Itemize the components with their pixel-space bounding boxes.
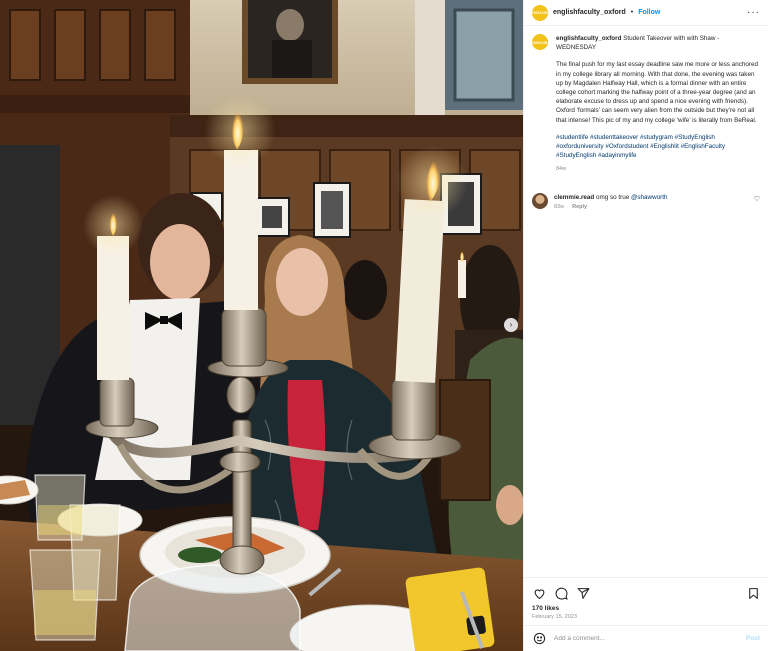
- caption-hashtags[interactable]: #studentlife #studenttakeover #studygram…: [556, 133, 760, 161]
- photo-illustration: [0, 0, 523, 651]
- chevron-right-icon: ›: [509, 320, 513, 329]
- post-header: ENGLISH englishfaculty_oxford • Follow ·…: [524, 0, 768, 26]
- author-avatar[interactable]: ENGLISH: [531, 4, 549, 21]
- post-photo[interactable]: ›: [0, 0, 523, 651]
- post-side-panel: ENGLISH englishfaculty_oxford • Follow ·…: [523, 0, 768, 651]
- caption-author-avatar[interactable]: ENGLISH: [531, 34, 549, 50]
- follow-button[interactable]: Follow: [638, 9, 660, 16]
- avatar-label: ENGLISH: [531, 10, 549, 15]
- comment-meta: 83w Reply: [554, 203, 748, 212]
- likes-count[interactable]: 170 likes: [532, 605, 760, 612]
- more-horizontal-icon[interactable]: ···: [747, 7, 760, 18]
- comment-like-heart-icon[interactable]: ♡: [754, 195, 760, 203]
- post-comment-button[interactable]: Post: [746, 635, 760, 642]
- post-actions: 170 likes February 15, 2023: [524, 577, 768, 625]
- comment-icon[interactable]: [554, 586, 568, 600]
- share-icon[interactable]: [576, 586, 590, 600]
- comment-item: clemmie.read omg so true @shawworth 83w …: [532, 192, 760, 212]
- caption-text: The final push for my last essay deadlin…: [556, 61, 760, 124]
- author-username[interactable]: englishfaculty_oxford: [553, 9, 626, 16]
- caption-body: englishfaculty_oxford Student Takeover w…: [556, 34, 760, 175]
- add-comment-bar: Post: [524, 625, 768, 651]
- separator-dot: •: [630, 9, 634, 16]
- action-icons-row: [532, 584, 760, 602]
- instagram-post: › ENGLISH englishfaculty_oxford • Follow…: [0, 0, 768, 651]
- comment-age: 83w: [554, 203, 565, 210]
- caption-age: 84w: [556, 166, 567, 173]
- bookmark-icon[interactable]: [746, 586, 760, 600]
- heart-icon[interactable]: [532, 586, 546, 600]
- add-comment-input[interactable]: [554, 635, 738, 642]
- caption: ENGLISH englishfaculty_oxford Student Ta…: [531, 34, 760, 175]
- commenter-avatar[interactable]: [532, 192, 548, 209]
- caption-username[interactable]: englishfaculty_oxford: [556, 35, 621, 42]
- emoji-icon[interactable]: [532, 632, 546, 646]
- comment-username[interactable]: clemmie.read: [554, 194, 594, 201]
- carousel-next-button[interactable]: ›: [504, 318, 518, 332]
- post-date: February 15, 2023: [532, 614, 577, 620]
- comments-section[interactable]: ENGLISH englishfaculty_oxford Student Ta…: [524, 26, 768, 577]
- comment-body: clemmie.read omg so true @shawworth 83w …: [554, 193, 748, 212]
- avatar-label: ENGLISH: [531, 39, 549, 45]
- comment-reply-button[interactable]: Reply: [572, 203, 587, 212]
- comment-mention[interactable]: @shawworth: [631, 194, 668, 201]
- comment-text: omg so true: [596, 193, 630, 201]
